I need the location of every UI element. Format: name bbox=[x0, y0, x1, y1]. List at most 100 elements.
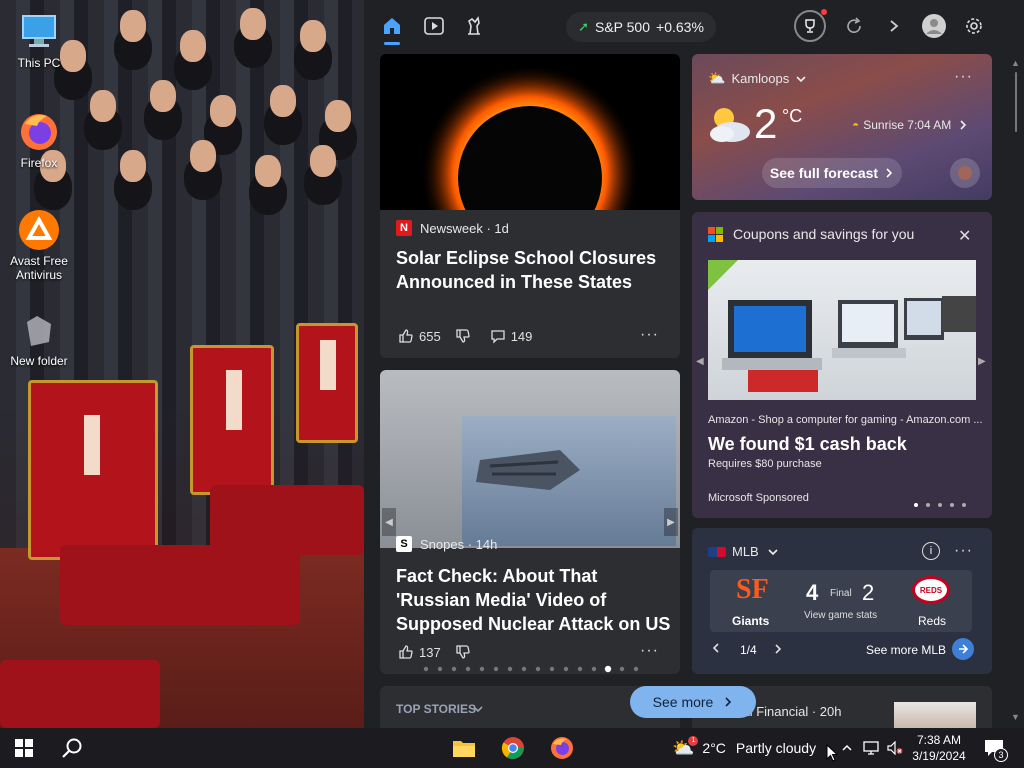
desktop-icon-firefox[interactable]: Firefox bbox=[1, 110, 77, 170]
like-button[interactable]: 137 bbox=[398, 644, 441, 660]
see-full-forecast-button[interactable]: See full forecast bbox=[762, 158, 902, 188]
market-change: +0.63% bbox=[656, 19, 704, 35]
thumbs-up-icon bbox=[399, 329, 413, 343]
arrow-right-icon[interactable] bbox=[952, 638, 974, 660]
settings-button[interactable] bbox=[958, 10, 990, 42]
home-team-name: Giants bbox=[732, 614, 770, 628]
notification-center-button[interactable]: 3 bbox=[978, 728, 1010, 768]
coupons-title: Coupons and savings for you bbox=[733, 226, 915, 242]
sunrise-info[interactable]: ◓ Sunrise 7:04 AM bbox=[852, 118, 969, 132]
scroll-thumb[interactable] bbox=[1015, 72, 1017, 132]
source-text: Newsweek · 1d bbox=[420, 220, 509, 236]
firefox-icon bbox=[17, 110, 61, 154]
thumbs-down-icon bbox=[456, 329, 470, 343]
see-more-button[interactable]: See more bbox=[630, 686, 756, 718]
view-game-stats-link[interactable]: View game stats bbox=[804, 610, 877, 621]
copilot-bubble-icon[interactable] bbox=[950, 158, 980, 188]
coupons-card[interactable]: Coupons and savings for you ✕ ◀ ▶ Amazon… bbox=[692, 212, 992, 518]
more-options-icon[interactable]: ··· bbox=[640, 642, 659, 660]
network-icon bbox=[863, 741, 879, 755]
top-stories-label[interactable]: TOP STORIES bbox=[396, 702, 476, 716]
more-options-icon[interactable]: ··· bbox=[640, 326, 659, 344]
carousel-next-icon[interactable]: ▶ bbox=[978, 356, 986, 367]
taskbar-weather[interactable]: ⛅ 1 2°C Partly cloudy bbox=[672, 728, 822, 768]
comments-button[interactable]: 149 bbox=[490, 328, 533, 344]
scroll-up-icon[interactable]: ▲ bbox=[1011, 58, 1020, 68]
carousel-next-icon[interactable]: ▶ bbox=[664, 508, 678, 536]
carousel-prev-icon[interactable]: ◀ bbox=[696, 356, 704, 367]
rewards-button[interactable] bbox=[794, 9, 827, 42]
search-icon bbox=[62, 738, 82, 758]
weather-card[interactable]: ⛅ Kamloops ··· 2 °C ◓ Sunrise 7:04 AM Se… bbox=[692, 54, 992, 200]
thumbs-down-icon bbox=[456, 645, 470, 659]
temperature: 2 bbox=[754, 100, 778, 147]
mlb-card[interactable]: MLB i ··· SF Giants 4 Final 2 View game … bbox=[692, 528, 992, 674]
coupon-requirement: Requires $80 purchase bbox=[708, 458, 822, 470]
more-options-icon[interactable]: ··· bbox=[954, 68, 973, 86]
network-button[interactable] bbox=[860, 728, 882, 768]
see-more-label: See more bbox=[652, 694, 714, 710]
article-headline[interactable]: Solar Eclipse School Closures Announced … bbox=[396, 246, 666, 294]
market-ticker[interactable]: ➚ S&P 500 +0.63% bbox=[566, 12, 716, 42]
video-tab[interactable] bbox=[418, 10, 450, 42]
desktop-icon-label: New folder bbox=[10, 354, 68, 368]
comment-count: 149 bbox=[510, 328, 533, 344]
next-game-icon[interactable] bbox=[772, 642, 784, 660]
weather-alert-badge: 1 bbox=[688, 735, 699, 746]
thumbs-up-icon bbox=[399, 645, 413, 659]
close-icon[interactable]: ✕ bbox=[958, 226, 971, 246]
like-button[interactable]: 655 bbox=[398, 328, 441, 344]
temperature-unit: °C bbox=[782, 106, 803, 126]
coupon-headline[interactable]: We found $1 cash back bbox=[708, 434, 907, 455]
chevron-right-icon bbox=[960, 120, 967, 130]
desktop-icon-avast[interactable]: Avast Free Antivirus bbox=[1, 208, 77, 282]
notification-count-badge: 3 bbox=[994, 748, 1008, 762]
coupon-pager bbox=[910, 494, 970, 512]
news-card-eclipse[interactable]: N Newsweek · 1d Solar Eclipse School Clo… bbox=[380, 54, 680, 358]
firefox-icon bbox=[551, 737, 573, 759]
see-more-mlb-link[interactable]: See more MLB bbox=[866, 643, 946, 657]
league-name: MLB bbox=[732, 544, 759, 559]
show-hidden-icons[interactable] bbox=[838, 728, 856, 768]
article-headline[interactable]: Fact Check: About That 'Russian Media' V… bbox=[396, 564, 672, 636]
scoreboard[interactable]: SF Giants 4 Final 2 View game stats REDS… bbox=[710, 570, 972, 632]
away-score: 2 bbox=[862, 580, 875, 605]
volume-button[interactable] bbox=[884, 728, 906, 768]
weather-location[interactable]: ⛅ Kamloops bbox=[708, 70, 807, 87]
gaming-tab[interactable] bbox=[458, 10, 490, 42]
prev-game-icon[interactable] bbox=[710, 642, 722, 657]
profile-button[interactable] bbox=[918, 10, 950, 42]
dislike-button[interactable] bbox=[455, 328, 476, 344]
firefox-button[interactable] bbox=[542, 728, 582, 768]
away-team-name: Reds bbox=[918, 614, 947, 628]
chess-icon bbox=[468, 16, 480, 35]
info-icon[interactable]: i bbox=[922, 542, 940, 560]
news-card-factcheck[interactable]: ◀ ▶ S Snopes · 14h Fact Check: About Tha… bbox=[380, 370, 680, 674]
article-source: S Snopes · 14h bbox=[396, 536, 497, 552]
desktop-icon-label: Firefox bbox=[20, 156, 58, 170]
mouse-cursor-icon bbox=[826, 743, 839, 767]
refresh-button[interactable] bbox=[838, 10, 870, 42]
snopes-logo-icon: S bbox=[396, 536, 412, 552]
search-button[interactable] bbox=[52, 728, 92, 768]
home-tab[interactable] bbox=[376, 10, 408, 42]
desktop-icon-new-folder[interactable]: New folder bbox=[1, 308, 77, 368]
next-button[interactable] bbox=[878, 10, 910, 42]
article-actions: 137 bbox=[398, 644, 490, 660]
more-options-icon[interactable]: ··· bbox=[954, 542, 973, 560]
file-explorer-button[interactable] bbox=[444, 728, 484, 768]
home-icon bbox=[384, 18, 400, 34]
scroll-down-icon[interactable]: ▼ bbox=[1011, 712, 1020, 722]
start-button[interactable] bbox=[4, 728, 44, 768]
windows-logo-icon bbox=[15, 739, 33, 757]
desktop-icon-this-pc[interactable]: This PC bbox=[1, 10, 77, 70]
comment-icon bbox=[491, 330, 505, 344]
chrome-button[interactable] bbox=[493, 728, 533, 768]
play-icon bbox=[424, 17, 444, 35]
taskbar-temp: 2°C bbox=[702, 740, 726, 756]
carousel-prev-icon[interactable]: ◀ bbox=[382, 508, 396, 536]
league-selector[interactable]: MLB bbox=[708, 544, 779, 559]
clock[interactable]: 7:38 AM 3/19/2024 bbox=[906, 728, 972, 768]
panel-scrollbar[interactable]: ▲ ▼ bbox=[1008, 52, 1024, 728]
dislike-button[interactable] bbox=[455, 644, 476, 660]
